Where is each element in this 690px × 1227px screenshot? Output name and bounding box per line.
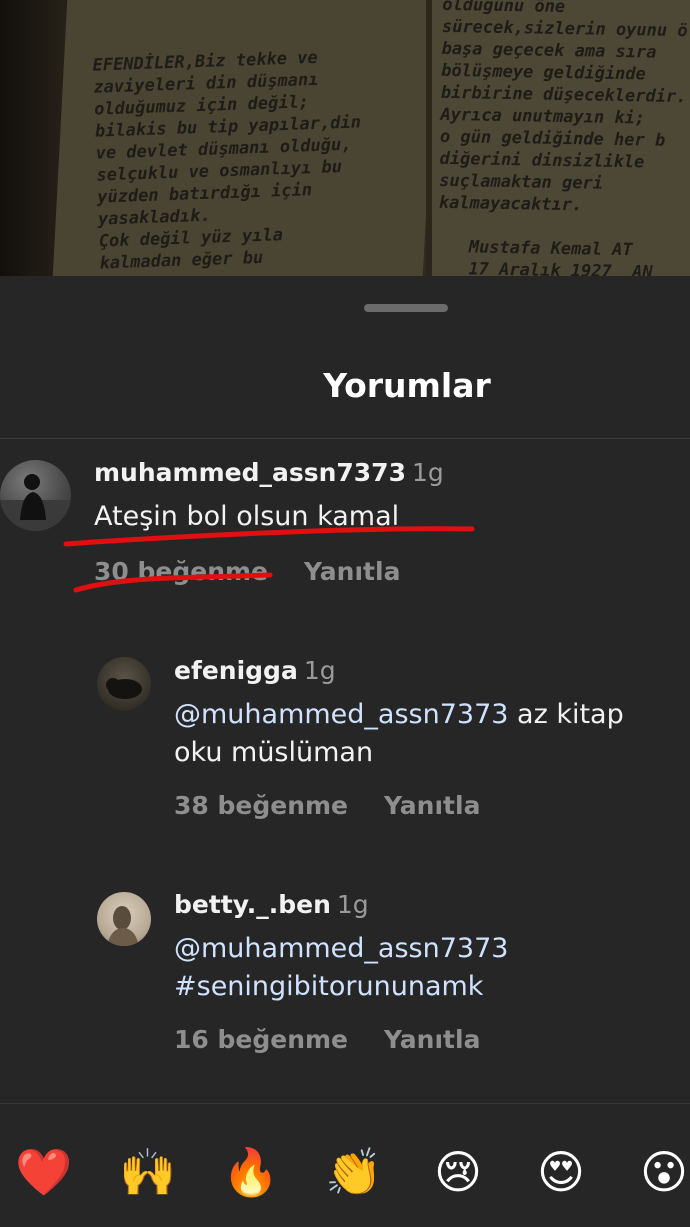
comment-text: @muhammed_assn7373 az kitap oku müslüman: [174, 696, 624, 772]
surprised-face-icon[interactable]: 😮: [634, 1142, 690, 1202]
sheet-grabber-handle[interactable]: [364, 304, 448, 312]
avatar[interactable]: [0, 460, 71, 531]
emoji-reaction-bar: ❤️ 🙌 🔥 👏 😢 😍 😮: [0, 1104, 690, 1227]
avatar[interactable]: [97, 892, 151, 946]
comment-text-part: az kitap: [508, 699, 624, 730]
reply-button[interactable]: Yanıtla: [304, 557, 400, 586]
username-text[interactable]: betty._.ben: [174, 890, 331, 919]
reply-button[interactable]: Yanıtla: [384, 1025, 480, 1054]
raising-hands-icon[interactable]: 🙌: [118, 1142, 178, 1202]
comment-text: Ateşin bol olsun kamal: [94, 501, 400, 532]
background-photo: EFENDİLER,Biz tekke ve zaviyeleri din dü…: [0, 0, 690, 276]
mention-link[interactable]: @muhammed_assn7373: [174, 933, 508, 964]
red-heart-icon[interactable]: ❤️: [14, 1142, 74, 1202]
avatar[interactable]: [97, 657, 151, 711]
comment-username[interactable]: betty._.ben 1g: [174, 890, 369, 919]
username-text[interactable]: efenigga: [174, 656, 298, 685]
likes-count[interactable]: 16 beğenme: [174, 1025, 348, 1054]
mention-link[interactable]: @muhammed_assn7373: [174, 699, 508, 730]
person-photo-icon: [107, 906, 139, 946]
comment-meta: 38 beğenme Yanıtla: [174, 791, 480, 820]
comment-text-part: oku müslüman: [174, 737, 374, 768]
comment-meta: 16 beğenme Yanıtla: [174, 1025, 480, 1054]
crying-face-icon[interactable]: 😢: [428, 1142, 488, 1202]
comment-username[interactable]: muhammed_assn7373 1g: [94, 458, 444, 487]
book-text-left: EFENDİLER,Biz tekke ve zaviyeleri din dü…: [92, 47, 362, 274]
book-text-right: olduğunu öne sürecek,sizlerin oyunu ö ba…: [437, 0, 688, 276]
sheet-title: Yorumlar: [323, 366, 491, 405]
clapping-hands-icon[interactable]: 👏: [324, 1142, 384, 1202]
comment-time: 1g: [303, 656, 336, 685]
dark-creature-icon: [106, 678, 142, 699]
reply-button[interactable]: Yanıtla: [384, 791, 480, 820]
heart-eyes-icon[interactable]: 😍: [531, 1142, 591, 1202]
comment-time: 1g: [336, 890, 369, 919]
likes-count[interactable]: 30 beğenme: [94, 557, 268, 586]
comment-username[interactable]: efenigga 1g: [174, 656, 336, 685]
comment-time: 1g: [411, 458, 444, 487]
hashtag-link[interactable]: #seningibitorununamk: [174, 971, 483, 1002]
username-text[interactable]: muhammed_assn7373: [94, 458, 406, 487]
fire-icon[interactable]: 🔥: [221, 1142, 281, 1202]
person-silhouette-icon: [0, 474, 71, 531]
comments-sheet: Yorumlar muhammed_assn7373 1g Ateşin bol …: [0, 276, 690, 1227]
comment-text: @muhammed_assn7373 #seningibitorununamk: [174, 930, 508, 1006]
comment-meta: 30 beğenme Yanıtla: [94, 557, 400, 586]
header-divider: [0, 438, 690, 439]
likes-count[interactable]: 38 beğenme: [174, 791, 348, 820]
